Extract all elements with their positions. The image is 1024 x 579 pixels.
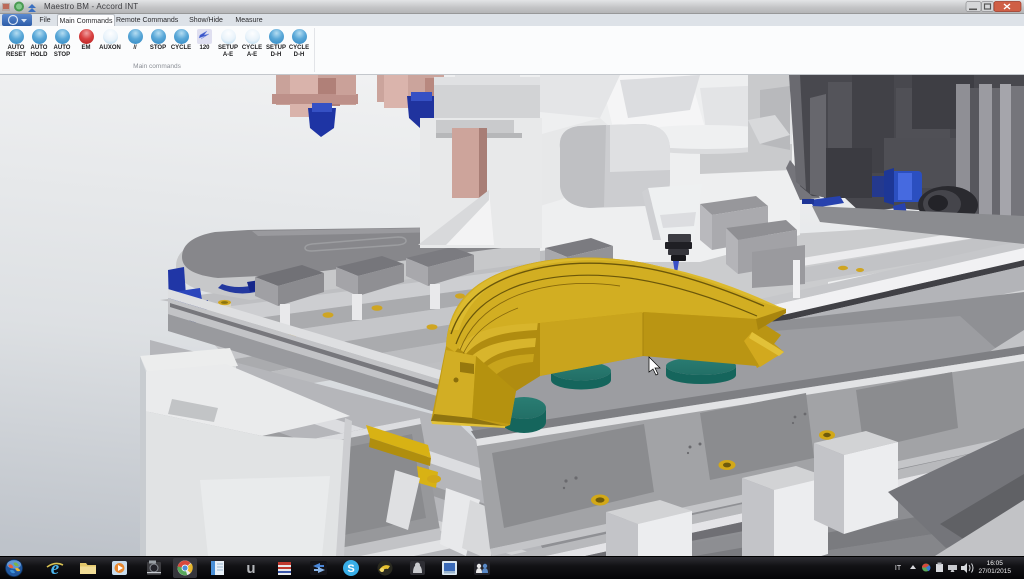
svg-text:IT: IT <box>895 565 902 572</box>
svg-text:S: S <box>347 563 354 575</box>
svg-text:e: e <box>51 558 60 578</box>
svg-text:u: u <box>246 560 255 577</box>
